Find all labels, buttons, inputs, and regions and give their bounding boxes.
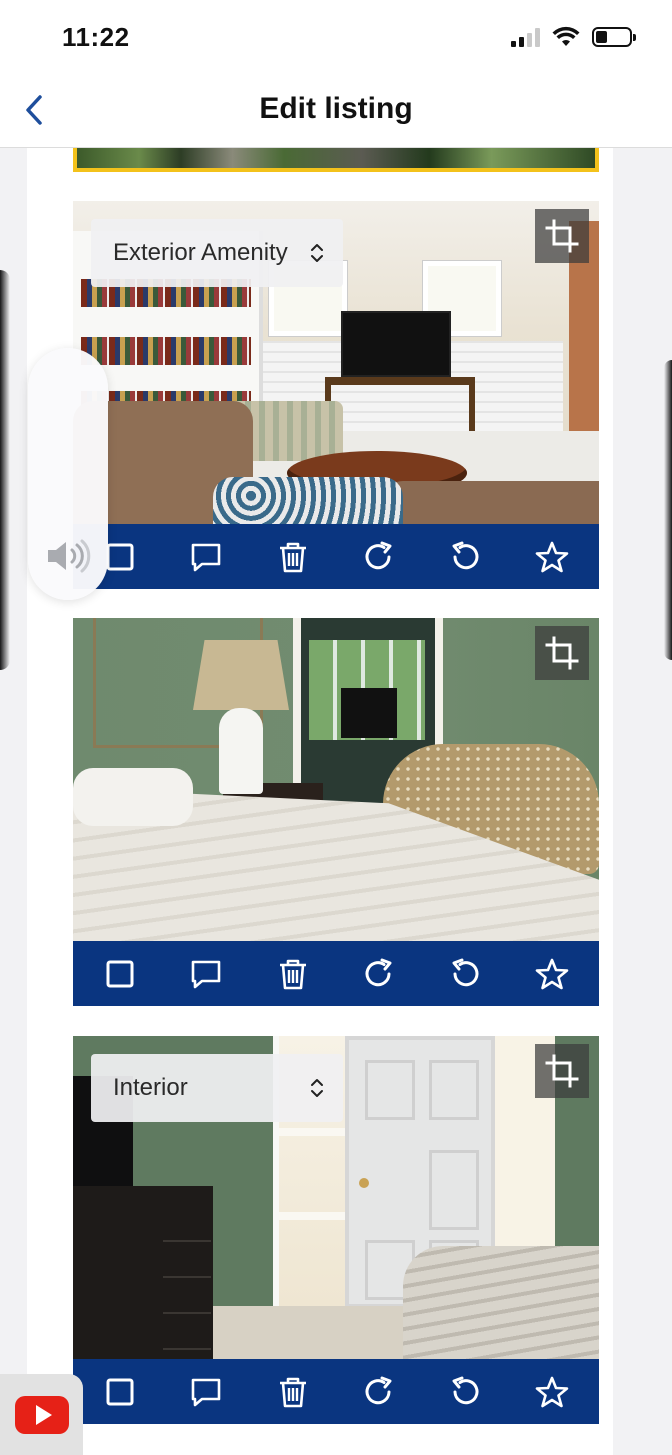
rotate-clockwise-icon: [365, 958, 392, 986]
photo-toolbar: [73, 524, 599, 589]
photo-bedroom-closet[interactable]: Interior: [73, 1036, 599, 1359]
star-icon: [535, 958, 569, 989]
status-icons: [511, 26, 636, 48]
comment-icon: [192, 543, 221, 571]
photo-item: [73, 618, 599, 1006]
photo-toolbar: [73, 941, 599, 1006]
comment-icon: [192, 960, 221, 988]
trash-icon: [279, 959, 306, 989]
checkbox-icon: [106, 543, 134, 570]
caption-button[interactable]: [179, 1365, 233, 1419]
cellular-signal-icon: [511, 27, 540, 47]
category-select[interactable]: Interior: [91, 1054, 343, 1122]
speaker-volume-icon: [48, 539, 91, 573]
category-label: Interior: [113, 1074, 188, 1101]
comment-icon: [192, 1378, 221, 1406]
rotate-right-button[interactable]: [352, 1365, 406, 1419]
rotate-counterclockwise-icon: [452, 958, 479, 986]
page-title: Edit listing: [259, 92, 413, 125]
caption-button[interactable]: [179, 947, 233, 1001]
youtube-icon: [14, 1395, 69, 1434]
rotate-left-button[interactable]: [438, 1365, 492, 1419]
category-select[interactable]: Exterior Amenity: [91, 219, 343, 287]
nav-bar: Edit listing: [0, 74, 672, 148]
battery-icon: [592, 27, 636, 47]
crop-button[interactable]: [535, 209, 589, 263]
rotate-right-button[interactable]: [352, 947, 406, 1001]
previous-photo-selected[interactable]: [73, 148, 599, 172]
chevron-up-down-icon: [311, 1079, 323, 1097]
rotate-counterclockwise-icon: [452, 1376, 479, 1404]
set-cover-button[interactable]: [525, 1365, 579, 1419]
rotate-counterclockwise-icon: [452, 541, 479, 569]
youtube-pip-button[interactable]: [0, 1374, 83, 1455]
trash-icon: [279, 1377, 306, 1407]
photo-item: Interior: [73, 1036, 599, 1424]
status-bar: 11:22: [0, 0, 672, 74]
photo-list-scroll[interactable]: Exterior Amenity Interior: [0, 148, 672, 1455]
rotate-left-button[interactable]: [438, 947, 492, 1001]
photo-bedroom[interactable]: [73, 618, 599, 941]
screen-edge-shadow: [0, 270, 10, 670]
crop-button[interactable]: [535, 1044, 589, 1098]
screen-edge-shadow: [664, 360, 672, 660]
caption-button[interactable]: [179, 530, 233, 584]
photo-toolbar: [73, 1359, 599, 1424]
delete-button[interactable]: [266, 947, 320, 1001]
category-label: Exterior Amenity: [113, 239, 288, 266]
rotate-left-button[interactable]: [438, 530, 492, 584]
rotate-clockwise-icon: [365, 1376, 392, 1404]
crop-icon: [545, 1054, 579, 1088]
set-cover-button[interactable]: [525, 530, 579, 584]
crop-button[interactable]: [535, 626, 589, 680]
crop-icon: [545, 636, 579, 670]
status-time: 11:22: [62, 22, 130, 52]
star-icon: [535, 541, 569, 572]
rotate-right-button[interactable]: [352, 530, 406, 584]
delete-button[interactable]: [266, 1365, 320, 1419]
checkbox-icon: [106, 960, 134, 987]
rotate-clockwise-icon: [365, 541, 392, 569]
select-button[interactable]: [93, 1365, 147, 1419]
chevron-up-down-icon: [311, 244, 323, 262]
select-button[interactable]: [93, 947, 147, 1001]
star-icon: [535, 1376, 569, 1407]
set-cover-button[interactable]: [525, 947, 579, 1001]
photo-item: Exterior Amenity: [73, 201, 599, 589]
wifi-icon: [552, 26, 580, 46]
checkbox-icon: [106, 1378, 134, 1405]
volume-indicator: [28, 348, 108, 600]
delete-button[interactable]: [266, 530, 320, 584]
photo-living-room[interactable]: Exterior Amenity: [73, 201, 599, 524]
trash-icon: [279, 542, 306, 572]
crop-icon: [545, 219, 579, 253]
